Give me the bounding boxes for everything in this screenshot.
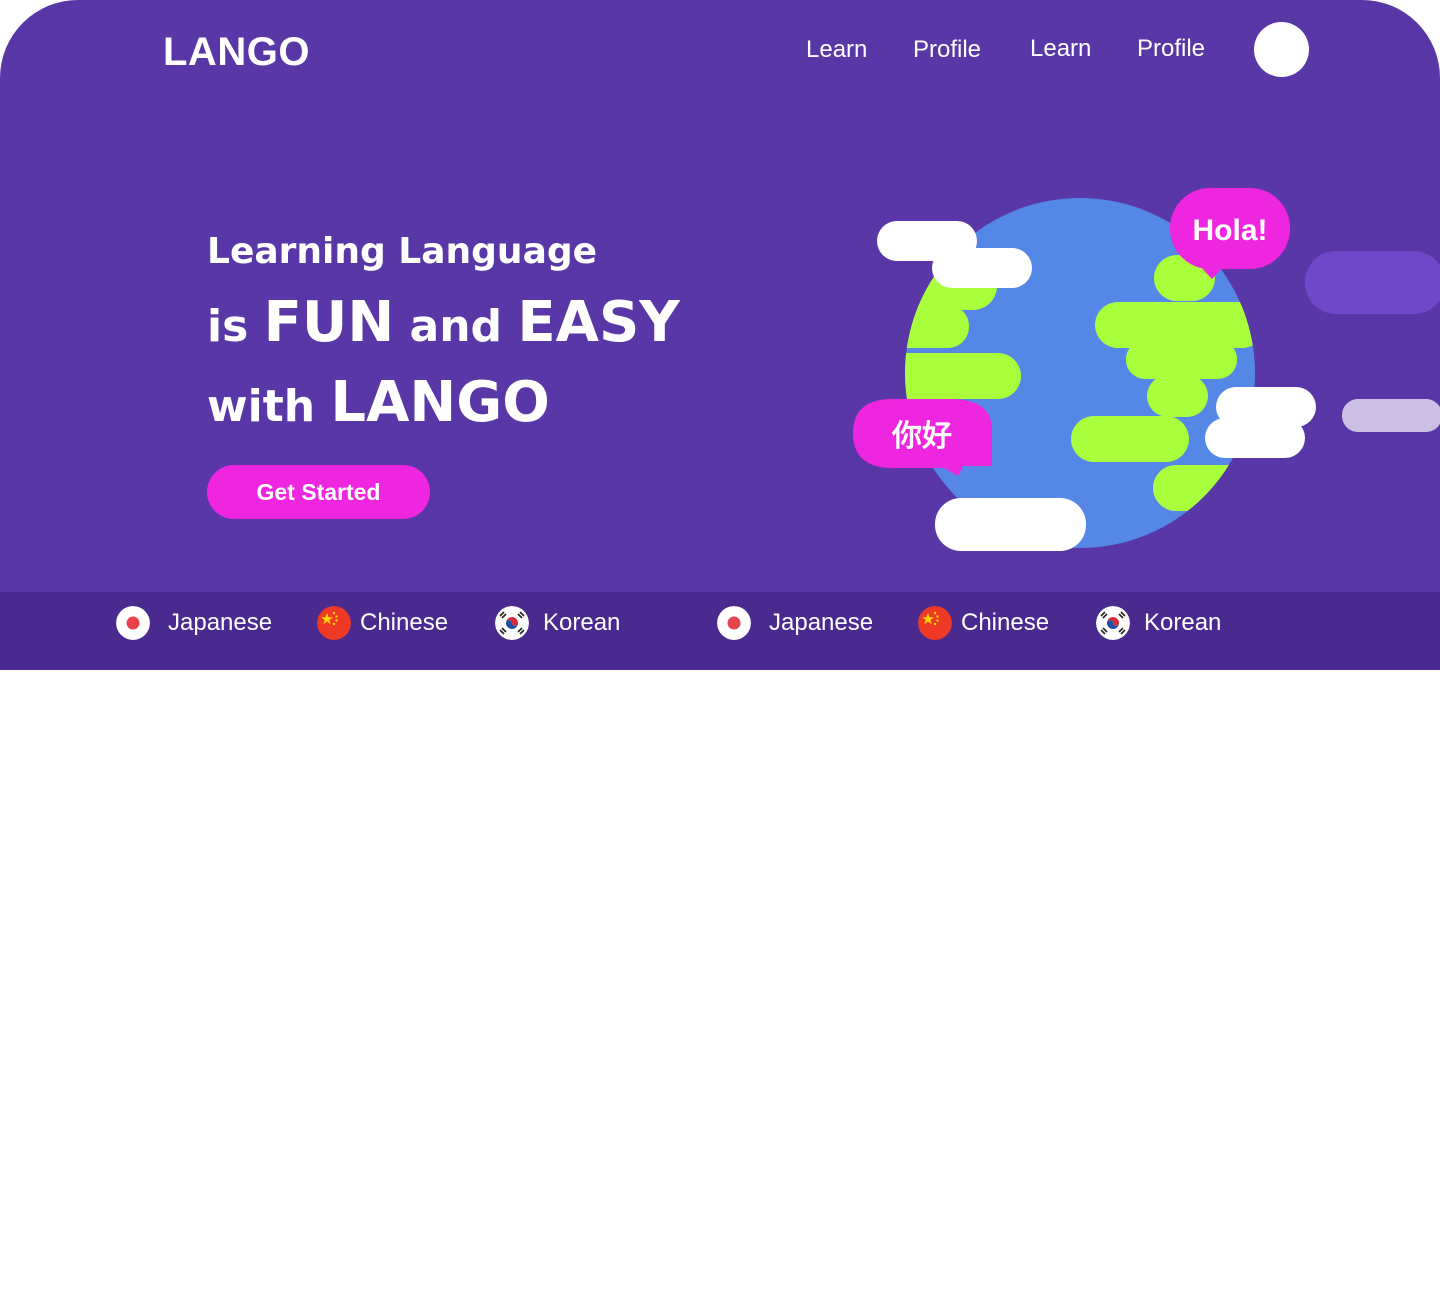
- hero-section: LANGO Learn Profile Learn Profile Learni…: [0, 0, 1440, 592]
- decor-pill: [1342, 399, 1440, 432]
- china-flag-icon: [317, 606, 351, 640]
- japan-flag-icon: [116, 606, 150, 640]
- language-item-korean-2[interactable]: Korean: [1096, 606, 1221, 640]
- language-item-japanese[interactable]: Japanese: [116, 606, 272, 640]
- language-label: Korean: [1144, 609, 1222, 636]
- language-label: Japanese: [168, 609, 273, 636]
- language-item-korean[interactable]: Korean: [495, 606, 620, 640]
- bubble-hola-text: Hola!: [1193, 214, 1268, 247]
- language-item-chinese[interactable]: Chinese: [317, 606, 448, 640]
- china-flag-icon: [918, 606, 952, 640]
- language-label: Japanese: [769, 609, 874, 636]
- globe-illustration: Hola! 你好: [853, 188, 1440, 551]
- language-bar: Japanese Chinese Korean Japanese Chinese…: [0, 592, 1440, 670]
- language-label: Chinese: [961, 609, 1050, 636]
- speech-bubble-nihao: 你好: [853, 399, 992, 476]
- language-item-japanese-2[interactable]: Japanese: [717, 606, 873, 640]
- language-label: Korean: [543, 609, 621, 636]
- korea-flag-icon: [495, 606, 529, 640]
- decor-pill: [1305, 251, 1440, 314]
- japan-flag-icon: [717, 606, 751, 640]
- korea-flag-icon: [1096, 606, 1130, 640]
- bubble-nihao-text: 你好: [891, 420, 952, 453]
- language-label: Chinese: [360, 609, 449, 636]
- language-item-chinese-2[interactable]: Chinese: [918, 606, 1049, 640]
